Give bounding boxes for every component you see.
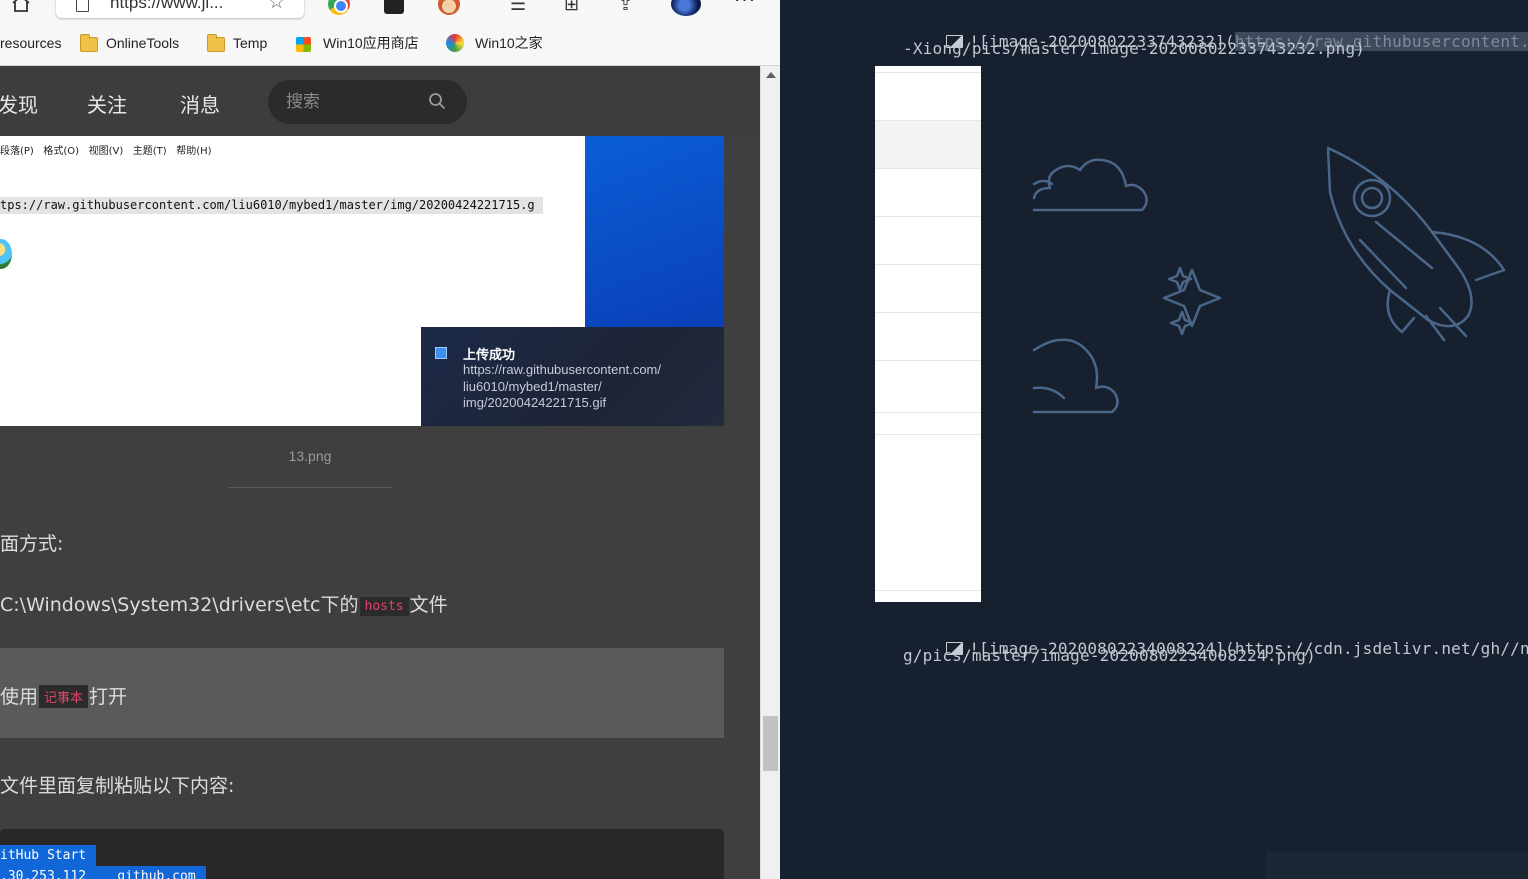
browser-toolbar: https://www.ji... ☆ ☰ ⊞ ⇪ ··· resources … — [0, 0, 780, 66]
upload-app-icon — [435, 347, 447, 359]
paragraph-method: 面方式: — [0, 533, 64, 555]
search-box[interactable] — [268, 80, 467, 124]
store-icon — [296, 37, 311, 52]
quote-text: 使用 记事本 打开 — [0, 682, 127, 709]
bookmark-onlinetools[interactable]: OnlineTools — [80, 33, 179, 53]
markdown-image-line-wrap[interactable]: g/pics/master/image-20200802234008224.pn… — [903, 646, 1316, 665]
code-line: .30.253.112 github.com — [0, 866, 206, 879]
paragraph-hosts-path: C:\Windows\System32\drivers\etc下的 hosts 文件 — [0, 590, 448, 617]
rocket-clouds-illustration — [1032, 146, 1506, 414]
hosts-path-suffix: 文件 — [409, 594, 448, 616]
image-preview-frame — [875, 66, 981, 602]
home-icon[interactable] — [10, 0, 32, 12]
address-url[interactable]: https://www.ji... — [110, 0, 223, 13]
bookmark-label: resources — [0, 35, 62, 51]
scroll-up-arrow-icon[interactable] — [766, 72, 776, 78]
embedded-app-icon — [0, 239, 12, 269]
blockquote: 使用 记事本 打开 — [0, 648, 724, 738]
bookmark-resources[interactable]: resources — [0, 33, 61, 53]
scroll-thumb[interactable] — [763, 716, 778, 771]
folder-icon — [80, 34, 98, 52]
embedded-desktop-background — [585, 136, 724, 327]
code-line: itHub Start — [0, 845, 97, 866]
code-block: itHub Start .30.253.112 github.com — [0, 829, 724, 879]
cloud-icon — [1032, 338, 1119, 414]
extension-fox-icon[interactable] — [438, 0, 460, 15]
toast-title: 上传成功 — [463, 348, 516, 363]
image-caption: 13.png — [288, 448, 332, 464]
page-scrollbar[interactable] — [760, 66, 780, 879]
bookmark-label: Temp — [233, 35, 268, 51]
page-icon — [76, 0, 89, 12]
article-screenshot-image: 段落(P) 格式(O) 视图(V) 主题(T) 帮助(H) tps://raw.… — [0, 136, 724, 426]
share-icon[interactable]: ⇪ — [618, 0, 640, 16]
quote-prefix: 使用 — [0, 686, 39, 708]
extension-evernote-icon[interactable] — [384, 0, 404, 14]
bookmark-label: OnlineTools — [106, 35, 180, 51]
site-header: 发现 关注 消息 — [0, 66, 760, 136]
paragraph-copy-instructions: 文件里面复制粘贴以下内容: — [0, 775, 235, 797]
inline-code-hosts: hosts — [359, 597, 409, 616]
profile-avatar[interactable] — [671, 0, 701, 16]
hosts-path-text: C:\Windows\System32\drivers\etc下的 — [0, 594, 359, 616]
win10-home-icon — [446, 34, 464, 52]
toast-body: https://raw.githubusercontent.com/ liu60… — [463, 362, 661, 410]
embedded-menubar: 段落(P) 格式(O) 视图(V) 主题(T) 帮助(H) — [0, 146, 212, 157]
more-menu-icon[interactable]: ··· — [734, 0, 756, 12]
extension-chrome-icon[interactable] — [328, 0, 350, 15]
editor-status-strip — [1266, 852, 1528, 879]
nav-discover[interactable]: 发现 — [0, 89, 38, 118]
address-bar[interactable]: https://www.ji... ☆ — [56, 0, 304, 18]
search-icon[interactable] — [428, 92, 446, 110]
markdown-image-line-wrap[interactable]: -Xiong/pics/master/image-202008022337432… — [903, 39, 1365, 58]
bookmark-win10-store[interactable]: Win10应用商店 — [296, 33, 419, 53]
reading-list-icon[interactable]: ☰ — [510, 0, 532, 16]
nav-messages[interactable]: 消息 — [180, 89, 220, 118]
bookmark-temp[interactable]: Temp — [207, 33, 267, 53]
upload-success-toast: 上传成功 https://raw.githubusercontent.com/ … — [421, 327, 724, 426]
favorite-star-icon[interactable]: ☆ — [268, 0, 285, 13]
caption-divider — [228, 487, 392, 488]
bookmark-label: Win10应用商店 — [323, 35, 419, 51]
folder-icon — [207, 34, 225, 52]
inline-code-notepad: 记事本 — [39, 685, 89, 708]
nav-follow[interactable]: 关注 — [87, 89, 127, 118]
cloud-icon — [1032, 158, 1148, 212]
browser-window: https://www.ji... ☆ ☰ ⊞ ⇪ ··· resources … — [0, 0, 780, 879]
collections-icon[interactable]: ⊞ — [564, 0, 586, 16]
article-body: 段落(P) 格式(O) 视图(V) 主题(T) 帮助(H) tps://raw.… — [0, 136, 760, 879]
quote-suffix: 打开 — [89, 686, 128, 708]
markdown-editor[interactable]: ![image-20200802233743232](https://raw.g… — [780, 0, 1528, 879]
search-input[interactable] — [286, 90, 416, 114]
embedded-url-text: tps://raw.githubusercontent.com/liu6010/… — [0, 197, 543, 214]
rocket-icon — [1326, 146, 1506, 342]
bookmark-label: Win10之家 — [475, 35, 543, 51]
bookmark-win10-home[interactable]: Win10之家 — [446, 33, 543, 53]
